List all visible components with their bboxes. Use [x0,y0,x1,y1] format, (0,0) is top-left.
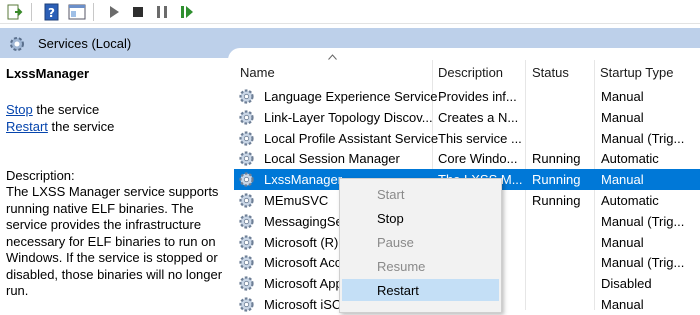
service-gear-icon [239,297,254,312]
stop-action: Stop the service [6,102,99,117]
service-gear-icon [239,234,254,250]
table-row[interactable]: Link-Layer Topology Discov... Creates a N… [234,107,700,128]
restart-action: Restart the service [6,119,114,134]
restart-link[interactable]: Restart [6,119,48,134]
cell-startup-type: Manual [601,109,644,125]
sort-up-icon [328,54,337,60]
menu-item-stop[interactable]: Stop [342,207,499,229]
cell-startup-type: Manual [601,297,644,312]
cell-name: Link-Layer Topology Discov... [264,109,433,125]
service-gear-icon [239,110,254,125]
toolbar: ? [0,0,700,24]
cell-name: Language Experience Service [264,89,438,104]
cell-description: Provides inf... [438,89,517,104]
menu-item-resume[interactable]: Resume [342,255,499,277]
cell-startup-type: Manual [601,172,644,188]
service-gear-icon [239,172,254,187]
menu-item-start[interactable]: Start [342,183,499,205]
context-menu: Start Stop Pause Resume Restart [339,178,502,313]
cell-description: This service ... [438,130,522,146]
pause-icon[interactable] [153,3,171,21]
cell-startup-type: Manual [601,89,644,104]
cell-startup-type: Manual (Trig... [601,255,685,271]
menu-item-restart[interactable]: Restart [342,279,499,301]
restart-suffix: the service [47,119,115,134]
cell-name: Local Session Manager [264,151,400,167]
cell-startup-type: Manual [601,234,644,250]
cell-startup-type: Automatic [601,193,659,208]
service-gear-icon [239,89,254,104]
cell-startup-type: Disabled [601,276,652,292]
play-icon[interactable] [105,3,123,21]
cell-startup-type: Automatic [601,151,659,167]
table-row[interactable]: Language Experience Service Provides inf.… [234,86,700,107]
svg-text:?: ? [48,6,55,20]
properties-icon[interactable] [68,3,86,21]
column-description[interactable]: Description [438,65,503,80]
table-row[interactable]: Local Session Manager Core Windo... Runnin… [234,148,700,169]
menu-item-pause[interactable]: Pause [342,231,499,253]
column-name[interactable]: Name [240,65,275,80]
cell-description: Core Windo... [438,151,518,167]
cell-startup-type: Manual (Trig... [601,213,685,229]
service-gear-icon [239,193,254,208]
description-pane: LxssManager Stop the service Restart the… [0,58,228,313]
service-gear-icon [239,276,254,291]
gear-icon [10,37,24,51]
column-startup-type[interactable]: Startup Type [600,65,673,80]
column-status[interactable]: Status [532,65,569,80]
cell-description: Creates a N... [438,109,519,125]
table-row[interactable]: Local Profile Assistant Service This serv… [234,128,700,149]
cell-startup-type: Manual (Trig... [601,130,685,146]
cell-name: Local Profile Assistant Service [264,130,438,146]
help-icon[interactable]: ? [43,3,61,21]
service-gear-icon [239,255,254,270]
header-title: Services (Local) [38,36,132,51]
stop-suffix: the service [32,102,100,117]
cell-status: Running [532,172,581,188]
description-text: The LXSS Manager service supports runnin… [6,184,223,298]
cell-status: Running [532,151,581,167]
cell-status: Running [532,193,581,208]
stop-link[interactable]: Stop [6,102,33,117]
service-gear-icon [239,214,254,229]
service-name: LxssManager [6,66,90,81]
description-label: Description: [6,168,75,183]
stop-icon[interactable] [129,3,147,21]
service-gear-icon [239,151,254,166]
resume-icon[interactable] [178,3,196,21]
service-gear-icon [239,130,254,146]
export-list-icon[interactable] [6,3,24,21]
